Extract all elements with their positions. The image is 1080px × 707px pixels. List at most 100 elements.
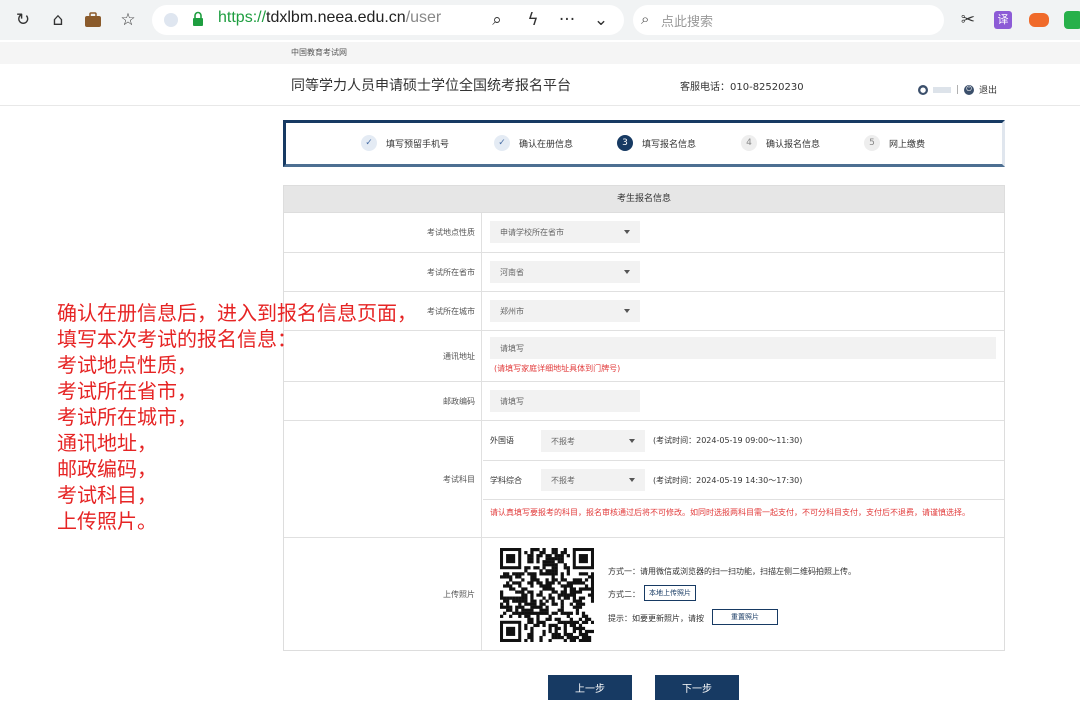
subject-name: 学科综合 — [490, 475, 522, 486]
step-2: ✓ 确认在册信息 — [494, 135, 573, 151]
logout-link[interactable]: 退出 — [979, 83, 997, 96]
annotation-line: 邮政编码， — [57, 456, 427, 482]
input-placeholder: 请填写 — [500, 396, 524, 407]
step-progress: ✓ 填写预留手机号 ✓ 确认在册信息 3 填写报名信息 4 确认报名信息 5 网… — [283, 120, 1005, 167]
lightning-icon[interactable]: ϟ — [520, 7, 546, 33]
scissors-icon[interactable]: ✂ — [955, 7, 981, 33]
step-label: 确认在册信息 — [519, 137, 573, 150]
select-value: 郑州市 — [500, 306, 524, 317]
step-4: 4 确认报名信息 — [741, 135, 820, 151]
subject-name: 外国语 — [490, 435, 514, 446]
exam-time: (考试时间：2024-05-19 09:00～11:30) — [653, 435, 802, 446]
local-upload-button[interactable]: 本地上传照片 — [644, 585, 696, 601]
reload-icon[interactable]: ↻ — [10, 7, 36, 33]
favorites-icon[interactable]: ☆ — [115, 7, 141, 33]
step-label: 填写预留手机号 — [386, 137, 449, 150]
browser-toolbar: ↻ ⌂ ☆ https://tdxlbm.neea.edu.cn/user ⌕ … — [0, 0, 1080, 40]
divider: | — [956, 85, 959, 95]
reset-tip: 提示：如要更新照片，请按 — [608, 613, 704, 624]
reset-photo-button[interactable]: 重置照片 — [712, 609, 778, 625]
caret-down-icon — [624, 270, 630, 274]
step-number: 5 — [864, 135, 880, 151]
org-name: 中国教育考试网 — [291, 47, 347, 58]
caret-down-icon — [624, 309, 630, 313]
annotation-line: 确认在册信息后，进入到报名信息页面， — [57, 300, 427, 326]
url-domain: tdxlbm.neea.edu.cn — [266, 9, 406, 26]
input-placeholder: 请填写 — [500, 343, 524, 354]
hotline: 客服电话：010-82520230 — [680, 78, 804, 93]
qr-code — [500, 548, 594, 642]
subject-row-comprehensive: 学科综合 不报考 (考试时间：2024-05-19 14:30～17:30) — [483, 461, 1004, 500]
step-5: 5 网上缴费 — [864, 135, 925, 151]
step-label: 网上缴费 — [889, 137, 925, 150]
site-header: 同等学力人员申请硕士学位全国统考报名平台 客服电话：010-82520230 ●… — [0, 64, 1080, 106]
url-scheme: https:// — [218, 9, 266, 26]
url-path: /user — [406, 9, 442, 26]
game-controller-icon[interactable] — [1026, 7, 1052, 33]
home-icon[interactable]: ⌂ — [45, 7, 71, 33]
more-icon[interactable]: ··· — [554, 7, 580, 33]
top-strip: 中国教育考试网 — [0, 42, 1080, 64]
row-exam-site-type: 考试地点性质 申请学校所在省市 — [284, 213, 1004, 253]
extension-icon[interactable] — [1060, 7, 1080, 33]
foreign-language-select[interactable]: 不报考 — [541, 430, 645, 452]
translate-icon[interactable]: 译 — [990, 7, 1016, 33]
caret-down-icon — [624, 230, 630, 234]
search-box[interactable]: ⌕ 点此搜索 — [633, 5, 944, 35]
annotation-line: 考试地点性质， — [57, 352, 427, 378]
field-label: 考试所在省市 — [284, 253, 482, 291]
select-value: 申请学校所在省市 — [500, 227, 564, 238]
step-check-icon: ✓ — [494, 135, 510, 151]
upload-method-2: 方式二： — [608, 589, 640, 600]
lock-icon — [192, 11, 204, 31]
exam-site-type-select[interactable]: 申请学校所在省市 — [490, 221, 640, 243]
subject-row-foreign-language: 外国语 不报考 (考试时间：2024-05-19 09:00～11:30) — [483, 421, 1004, 461]
select-value: 河南省 — [500, 267, 524, 278]
prev-step-button[interactable]: 上一步 — [548, 675, 632, 700]
platform-title: 同等学力人员申请硕士学位全国统考报名平台 — [291, 75, 571, 95]
upload-method-1: 方式一：请用微信或浏览器的扫一扫功能，扫描左侧二维码拍照上传。 — [608, 566, 856, 577]
postcode-input[interactable]: 请填写 — [490, 390, 640, 412]
caret-down-icon — [629, 478, 635, 482]
row-exam-province: 考试所在省市 河南省 — [284, 253, 1004, 292]
annotation-line: 通讯地址， — [57, 430, 427, 456]
briefcase-icon[interactable] — [80, 7, 106, 33]
annotation-line: 考试科目， — [57, 482, 427, 508]
step-number: 4 — [741, 135, 757, 151]
exam-city-select[interactable]: 郑州市 — [490, 300, 640, 322]
field-label: 考试地点性质 — [284, 213, 482, 252]
field-label: 上传照片 — [284, 538, 482, 650]
step-label: 确认报名信息 — [766, 137, 820, 150]
subject-warning: 请认真填写要报考的科目，报名审核通过后将不可修改。如同时选报两科目需一起支付，不… — [490, 506, 998, 519]
url-text: https://tdxlbm.neea.edu.cn/user — [218, 9, 441, 27]
site-favicon-icon — [164, 13, 178, 27]
annotation-line: 填写本次考试的报名信息： — [57, 326, 427, 352]
search-icon: ⌕ — [641, 10, 649, 28]
comprehensive-select[interactable]: 不报考 — [541, 469, 645, 491]
select-value: 不报考 — [551, 436, 575, 447]
select-value: 不报考 — [551, 475, 575, 486]
address-bar[interactable]: https://tdxlbm.neea.edu.cn/user ⌕ ϟ ··· … — [152, 5, 624, 35]
user-area: ● | ⏻ 退出 — [918, 83, 997, 96]
step-label: 填写报名信息 — [642, 137, 696, 150]
annotation-line: 考试所在城市， — [57, 404, 427, 430]
annotation-line: 上传照片。 — [57, 508, 427, 534]
next-step-button[interactable]: 下一步 — [655, 675, 739, 700]
zoom-icon[interactable]: ⌕ — [484, 7, 510, 33]
step-number: 3 — [617, 135, 633, 151]
row-photo: 上传照片 方式一：请用微信或浏览器的扫一扫功能，扫描左侧二维码拍照上传。 方式二… — [284, 538, 1004, 650]
exam-province-select[interactable]: 河南省 — [490, 261, 640, 283]
search-placeholder: 点此搜索 — [661, 11, 713, 30]
user-icon[interactable]: ● — [918, 85, 928, 95]
username-masked — [933, 87, 951, 93]
step-3: 3 填写报名信息 — [617, 135, 696, 151]
address-input[interactable]: 请填写 — [490, 337, 996, 359]
exam-time: (考试时间：2024-05-19 14:30～17:30) — [653, 475, 802, 486]
caret-down-icon — [629, 439, 635, 443]
logout-icon[interactable]: ⏻ — [964, 85, 974, 95]
form-heading: 考生报名信息 — [284, 186, 1004, 213]
step-check-icon: ✓ — [361, 135, 377, 151]
step-1: ✓ 填写预留手机号 — [361, 135, 449, 151]
annotation-line: 考试所在省市， — [57, 378, 427, 404]
chevron-down-icon[interactable]: ⌄ — [588, 7, 614, 33]
